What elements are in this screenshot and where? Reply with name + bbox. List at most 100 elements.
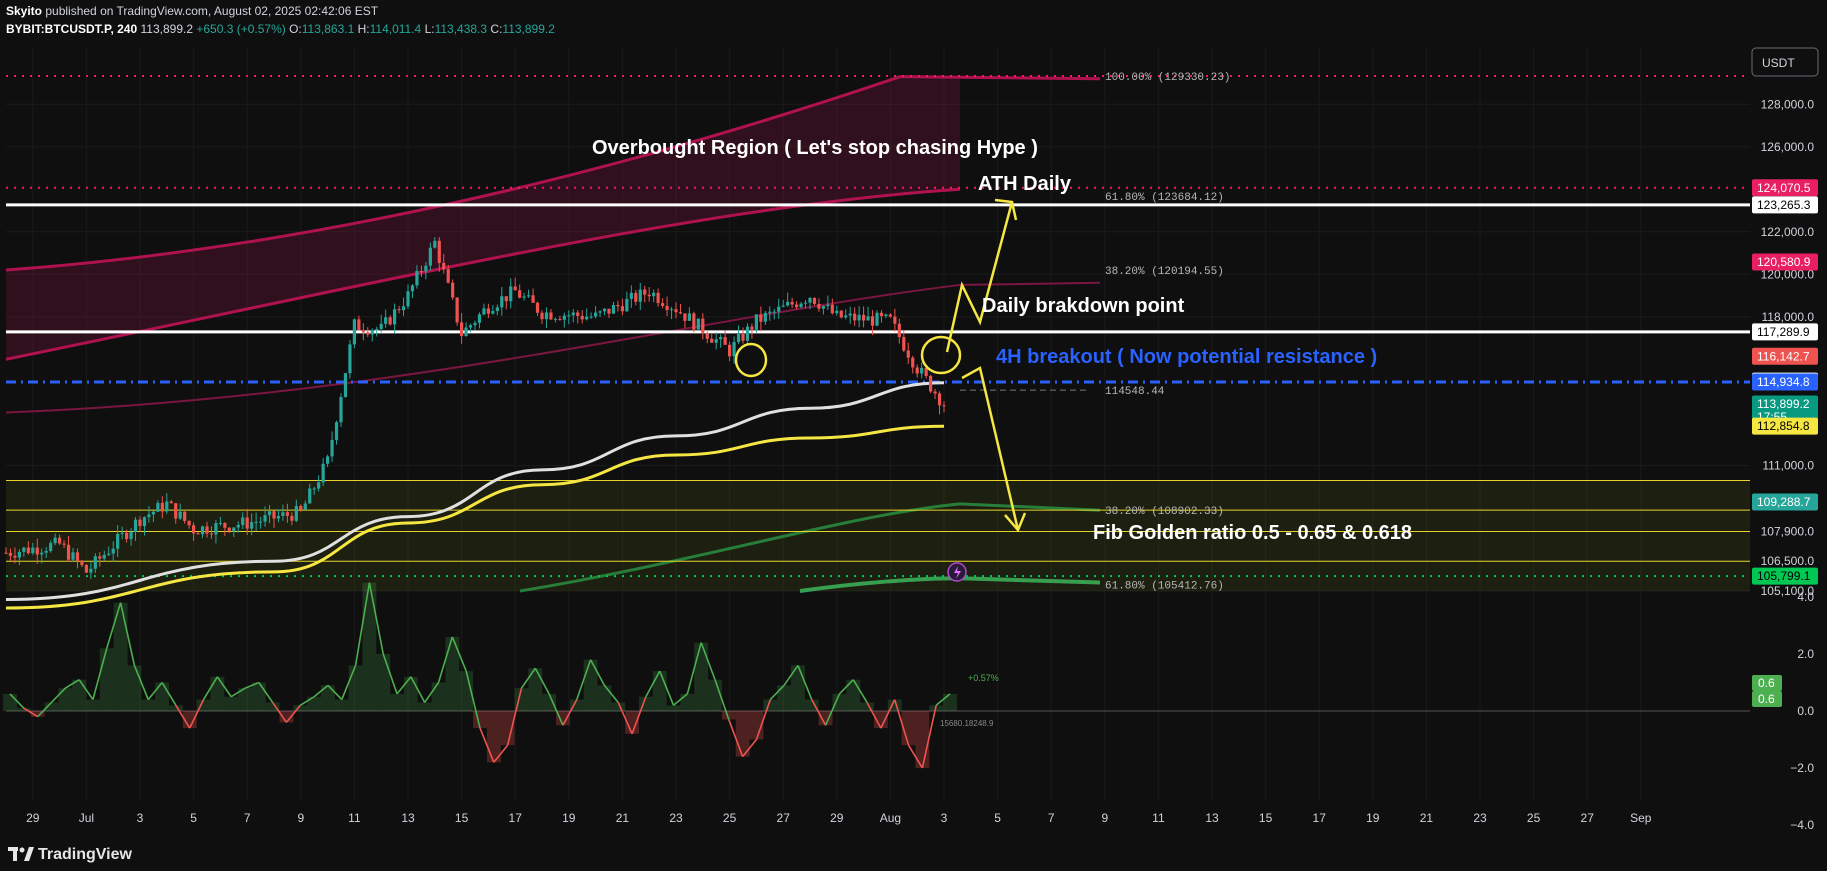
time-tick-label: 21 — [1420, 811, 1434, 825]
price-badge-label: 116,142.7 — [1757, 349, 1810, 363]
candle-body — [491, 311, 495, 314]
osc-bar — [334, 699, 349, 711]
osc-bar — [680, 693, 695, 711]
candle-body — [339, 397, 343, 423]
fib-golden-label: Fib Golden ratio 0.5 - 0.65 & 0.618 — [1093, 522, 1412, 544]
osc-badge-label: 0.6 — [1758, 692, 1775, 706]
candle-body — [786, 301, 790, 306]
candle-body — [486, 308, 490, 314]
osc-bar — [832, 693, 847, 711]
chart-header: Skyito published on TradingView.com, Aug… — [0, 0, 1827, 40]
osc-tick-label: 2.0 — [1797, 647, 1814, 661]
price-badge-label: 114,934.8 — [1757, 375, 1810, 389]
candle-body — [902, 337, 906, 351]
candle-body — [513, 286, 517, 291]
candle-body — [723, 337, 727, 345]
daily-breakdown-label: Daily brakdown point — [982, 295, 1185, 317]
currency-button[interactable]: USDT — [1751, 47, 1819, 77]
candle-body — [49, 543, 53, 551]
fib-level-label: 38.20% (120194.55) — [1105, 266, 1224, 278]
candle-body — [419, 270, 423, 272]
candle-body — [169, 501, 173, 504]
osc-tick-label: −2.0 — [1790, 761, 1814, 775]
candle-body — [879, 312, 884, 317]
price-badge-label: 105,799.1 — [1757, 569, 1811, 583]
candle-body — [334, 422, 339, 440]
time-tick-label: 11 — [1152, 811, 1165, 825]
osc-bar — [362, 582, 377, 711]
candle-body — [433, 240, 437, 248]
time-tick-label: Jul — [79, 811, 94, 825]
time-tick-label: 17 — [1313, 811, 1327, 825]
candle-body — [384, 317, 388, 324]
candle-body — [401, 306, 406, 311]
candle-body — [509, 286, 513, 302]
candle-body — [107, 553, 111, 555]
candle-body — [482, 308, 486, 315]
candle-body — [719, 337, 723, 340]
candle-body — [366, 332, 370, 335]
price-chart[interactable]: Overbought Region ( Let's stop chasing H… — [0, 44, 1827, 838]
candle-body — [89, 568, 93, 573]
candle-body — [116, 533, 120, 549]
candle-body — [884, 314, 888, 317]
candle-body — [129, 531, 133, 540]
candle-body — [929, 375, 933, 392]
candle-body — [53, 537, 57, 544]
candle-body — [17, 551, 21, 558]
candle-body — [133, 519, 138, 532]
candle-body — [460, 322, 464, 337]
osc-last-price-tag: 15680.18248.9 — [940, 719, 994, 728]
candle-body — [594, 312, 598, 317]
candle-body — [250, 522, 254, 529]
time-tick-label: Sep — [1630, 811, 1652, 825]
candle-body — [629, 292, 633, 299]
osc-bar — [99, 648, 114, 711]
candle-body — [442, 262, 446, 270]
candle-body — [580, 315, 584, 320]
fib-level-label: 61.80% (105412.76) — [1105, 580, 1224, 592]
osc-bar — [155, 682, 169, 711]
author-name[interactable]: Skyito — [6, 4, 42, 18]
osc-bar — [666, 705, 681, 711]
candle-body — [178, 511, 182, 519]
osc-bar — [58, 688, 73, 711]
candle-body — [678, 312, 683, 314]
candle-body — [705, 333, 709, 339]
candle-body — [759, 314, 763, 322]
candle-body — [477, 314, 482, 323]
candle-body — [455, 297, 459, 323]
candle-body — [285, 512, 289, 516]
close-value: 113,899.2 — [502, 22, 555, 36]
candle-body — [652, 292, 656, 297]
ath-daily-label: ATH Daily — [978, 173, 1072, 195]
candle-body — [549, 312, 553, 320]
price-tick-label: 111,000.0 — [1762, 459, 1814, 473]
candle-body — [736, 333, 741, 343]
candle-body — [71, 552, 75, 560]
fib-level-label: 114548.44 — [1105, 386, 1165, 398]
tradingview-logo[interactable]: TradingView — [8, 844, 138, 866]
price-tick-label: 122,000.0 — [1761, 225, 1815, 239]
candle-body — [817, 303, 821, 309]
price-change: +650.3 (+0.57%) — [196, 22, 286, 36]
price-tick-label: 128,000.0 — [1761, 97, 1815, 111]
candle-body — [4, 552, 8, 554]
price-badge-label: 124,070.5 — [1757, 181, 1811, 195]
candle-body — [848, 313, 852, 316]
time-tick-label: 23 — [1473, 811, 1487, 825]
candle-body — [44, 550, 48, 553]
osc-bar — [210, 676, 225, 711]
candle-body — [26, 547, 30, 554]
candle-body — [343, 373, 348, 398]
time-tick-label: 25 — [1527, 811, 1541, 825]
candle-body — [826, 304, 830, 307]
fib-zone-fill — [6, 480, 1750, 591]
candle-body — [102, 554, 106, 559]
symbol-name[interactable]: BYBIT:BTCUSDT.P, 240 — [6, 22, 137, 36]
time-tick-label: 13 — [401, 811, 415, 825]
price-badge-label: 123,265.3 — [1757, 198, 1811, 212]
candle-body — [893, 316, 897, 324]
candle-body — [326, 456, 330, 464]
osc-tick-label: 4.0 — [1797, 590, 1814, 604]
